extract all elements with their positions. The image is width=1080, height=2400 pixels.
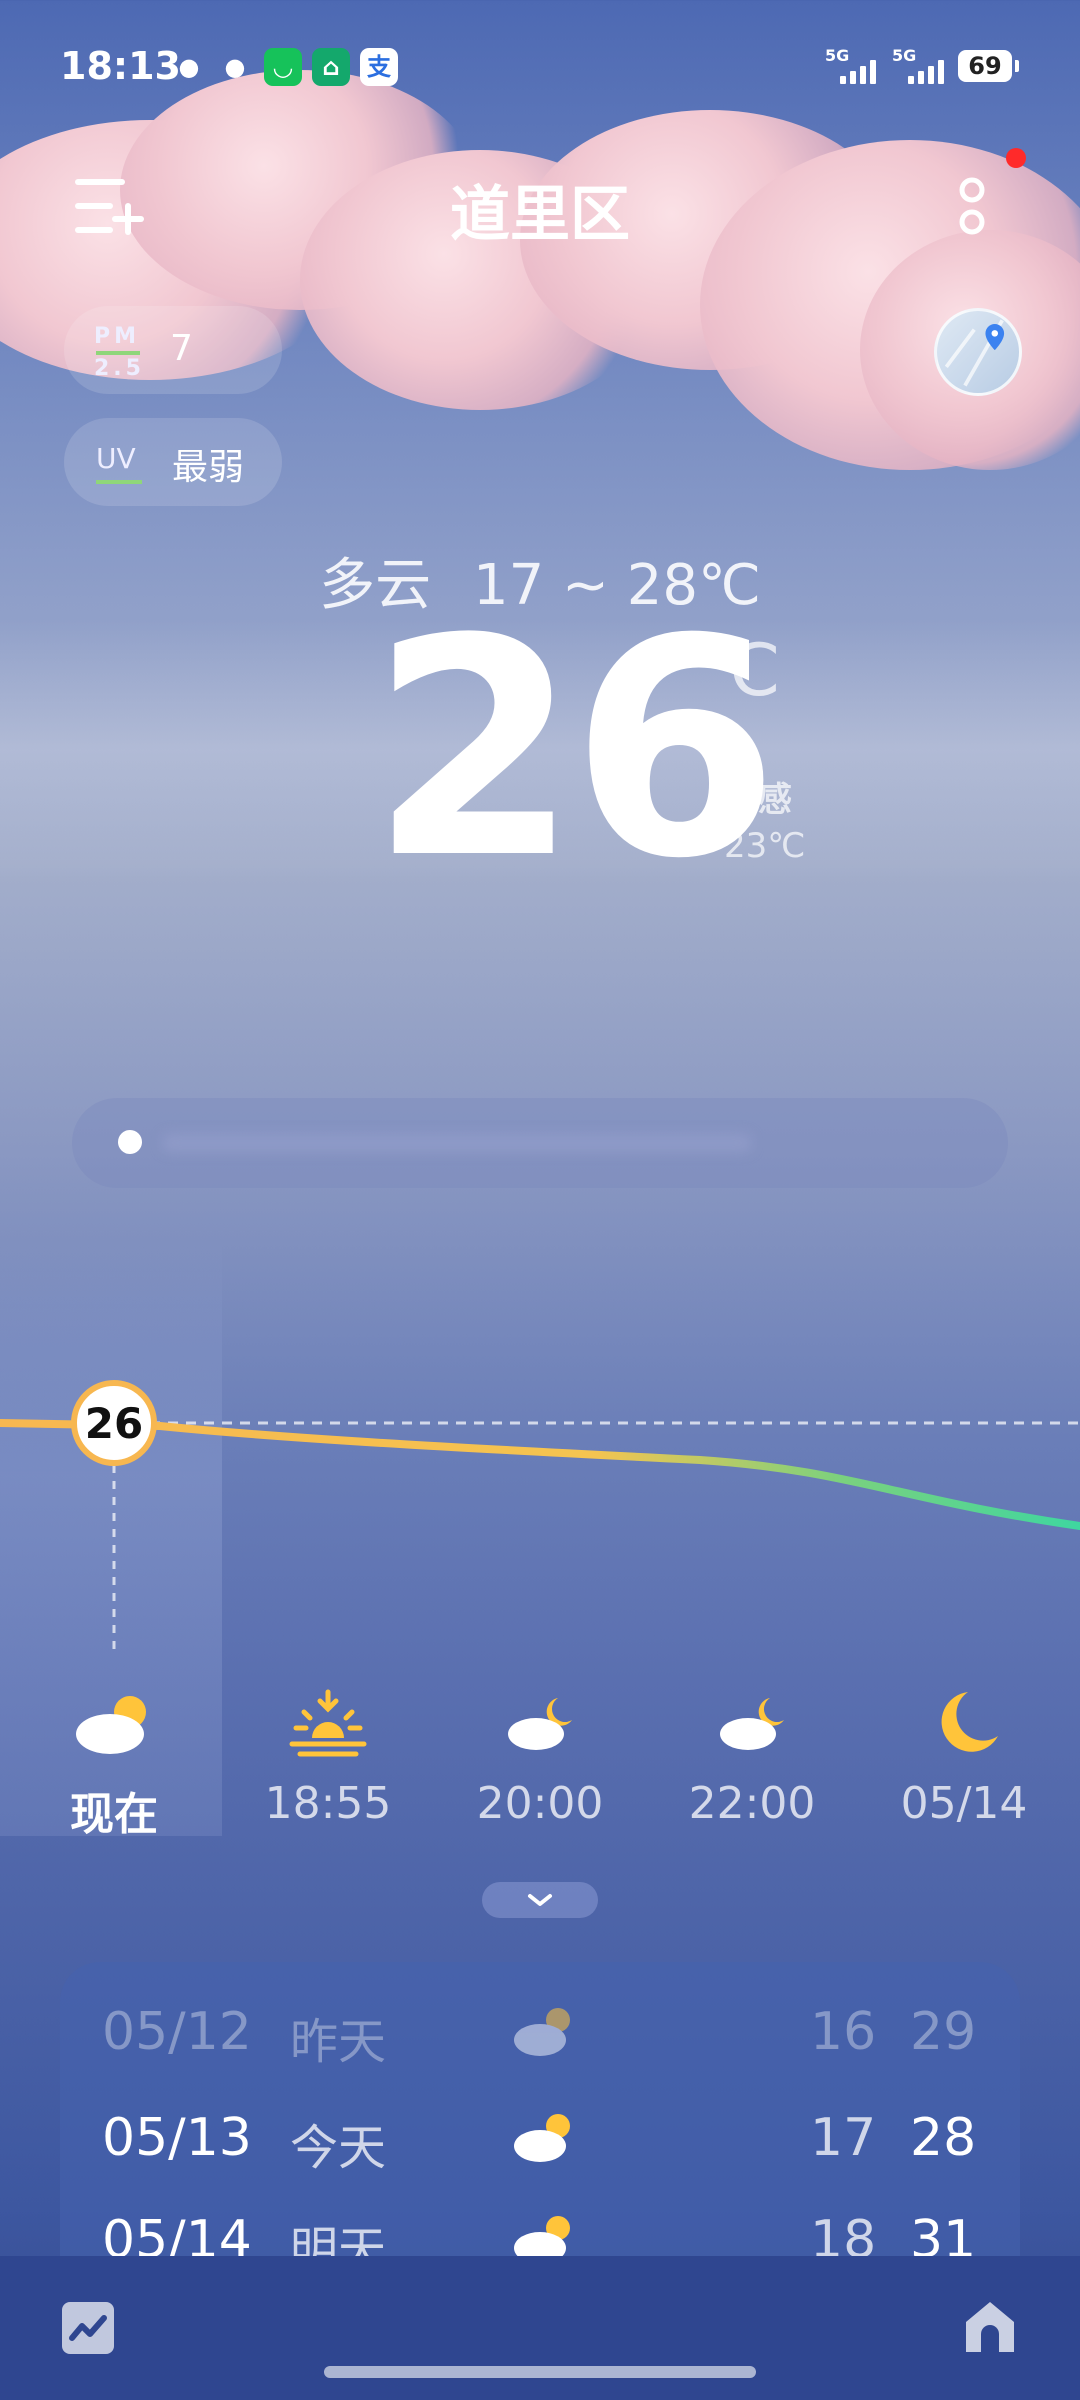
home-icon[interactable] [960, 2296, 1020, 2356]
trend-chart-icon[interactable] [60, 2300, 116, 2356]
sunset-icon [289, 1689, 367, 1757]
status-time: 18:13 [60, 44, 181, 88]
green-store-icon: ⌂ [312, 48, 350, 86]
daily-low: 16 [810, 2002, 877, 2062]
cloudy-day-icon [514, 2114, 570, 2162]
hour-label: 20:00 [476, 1778, 604, 1829]
daily-forecast-card[interactable]: 05/12 昨天 16 29 05/13 今天 17 28 05/14 明天 1… [60, 1962, 1020, 2262]
daily-low: 17 [810, 2108, 877, 2168]
pm25-pill[interactable]: PM 2.5 7 [64, 306, 282, 394]
hour-label: 18:55 [264, 1778, 392, 1829]
weather-alert-bar[interactable] [72, 1098, 1008, 1188]
pm-label-top: PM [94, 324, 141, 349]
hour-label: 05/14 [900, 1778, 1028, 1829]
alert-text-blurred [162, 1134, 752, 1152]
daily-date: 05/13 [102, 2108, 252, 2168]
location-pin-icon [944, 319, 1005, 387]
pm-value: 7 [170, 328, 193, 369]
alipay-icon: 支 [360, 48, 398, 86]
gesture-bar[interactable] [324, 2366, 756, 2378]
daily-day: 明天 [290, 2222, 387, 2262]
alert-icon [118, 1130, 142, 1154]
notification-dot [1006, 148, 1026, 168]
cloudy-day-icon [514, 2008, 570, 2056]
uv-pill[interactable]: UV 最弱 [64, 418, 282, 506]
temperature-unit: ℃ [700, 628, 781, 712]
daily-row[interactable]: 05/12 昨天 16 29 [60, 2002, 1020, 2082]
daily-day: 昨天 [290, 2014, 387, 2070]
now-marker-temp: 26 [85, 1399, 143, 1448]
pm-label-bottom: 2.5 [94, 356, 145, 381]
temperature-line [0, 1419, 1080, 1530]
signal-bars-icon [908, 60, 944, 84]
daily-row[interactable]: 05/14 明天 18 31 [60, 2210, 1020, 2262]
signal-bars-icon [840, 60, 876, 84]
uv-underline [96, 480, 142, 484]
cloudy-night-icon [508, 1698, 572, 1750]
status-bar: 18:13 ● ● ◡ ⌂ 支 5G 5G 69 [0, 40, 1080, 100]
daily-row[interactable]: 05/13 今天 17 28 [60, 2108, 1020, 2188]
uv-value: 最弱 [172, 447, 245, 488]
map-button[interactable] [934, 308, 1022, 396]
daily-date: 05/12 [102, 2002, 252, 2062]
cloudy-day-icon [514, 2216, 570, 2262]
city-title[interactable]: 道里区 [0, 166, 1080, 253]
cloudy-day-icon [76, 1696, 146, 1754]
wechat-icon: ● [178, 53, 200, 81]
vertical-dots-icon[interactable] [952, 176, 992, 238]
pm-divider [96, 351, 140, 355]
hourly-temperature-curve: 26 [0, 1380, 1080, 1656]
daily-low: 18 [810, 2210, 877, 2262]
uv-label: UV [96, 442, 136, 475]
daily-high: 29 [910, 2002, 977, 2062]
hour-label-now: 现在 [70, 1789, 158, 1840]
bottom-bar [0, 2256, 1080, 2400]
daily-date: 05/14 [102, 2210, 252, 2262]
daily-high: 31 [910, 2210, 977, 2262]
feels-like-label: 体感 [724, 780, 792, 820]
green-app-icon: ◡ [264, 48, 302, 86]
expand-button[interactable] [482, 1882, 598, 1918]
feels-like-value: 23℃ [724, 826, 806, 866]
moon-icon [941, 1692, 998, 1752]
battery-indicator: 69 [958, 50, 1019, 82]
cloudy-night-icon [720, 1698, 784, 1750]
daily-day: 今天 [290, 2120, 387, 2176]
chevron-down-icon [528, 1894, 552, 1906]
hour-label: 22:00 [688, 1778, 816, 1829]
wechat-icon: ● [224, 53, 246, 81]
daily-high: 28 [910, 2108, 977, 2168]
